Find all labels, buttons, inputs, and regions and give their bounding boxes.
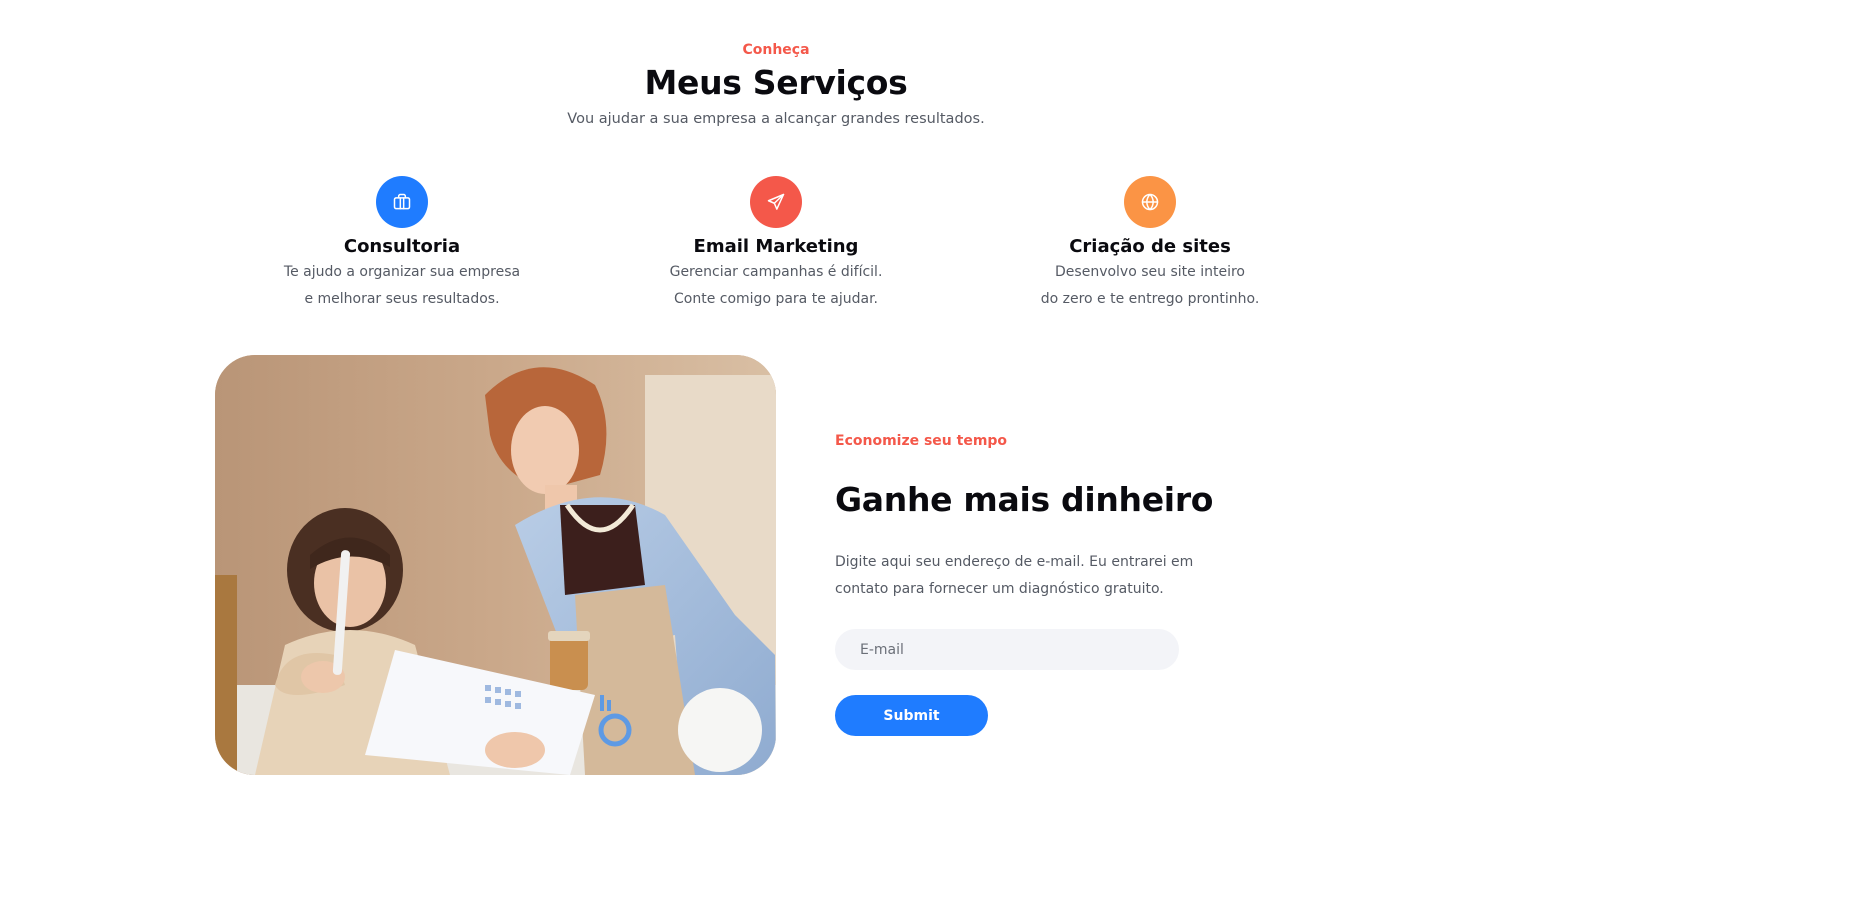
service-card-criacao-de-sites: Criação de sites Desenvolvo seu site int…	[985, 176, 1315, 313]
service-description-line: Te ajudo a organizar sua empresa	[283, 264, 521, 280]
cta-description: Digite aqui seu endereço de e-mail. Eu e…	[835, 549, 1195, 603]
office-photo	[215, 355, 776, 775]
briefcase-icon	[376, 176, 428, 228]
submit-button[interactable]: Submit	[835, 695, 988, 736]
globe-icon	[1124, 176, 1176, 228]
service-title: Consultoria	[343, 236, 461, 257]
service-description-line: Desenvolvo seu site inteiro	[1055, 264, 1245, 280]
paper-plane-icon	[750, 176, 802, 228]
service-card-email-marketing: Email Marketing Gerenciar campanhas é di…	[611, 176, 941, 313]
services-title: Meus Serviços	[644, 63, 908, 102]
service-card-consultoria: Consultoria Te ajudo a organizar sua emp…	[237, 176, 567, 313]
service-description-line: Conte comigo para te ajudar.	[674, 291, 878, 307]
cta-description-line: Digite aqui seu endereço de e-mail. Eu e…	[835, 554, 1194, 570]
cta-eyebrow: Economize seu tempo	[835, 433, 1008, 449]
services-subtitle: Vou ajudar a sua empresa a alcançar gran…	[567, 111, 985, 127]
service-title: Email Marketing	[693, 236, 859, 257]
service-description-line: do zero e te entrego prontinho.	[1040, 291, 1260, 307]
cta-description-line: contato para fornecer um diagnóstico gra…	[835, 581, 1164, 597]
cta-title: Ganhe mais dinheiro	[835, 480, 1214, 519]
email-field[interactable]	[835, 629, 1179, 670]
service-description-line: e melhorar seus resultados.	[304, 291, 500, 307]
service-title: Criação de sites	[1069, 236, 1231, 257]
services-eyebrow: Conheça	[742, 42, 810, 58]
service-description-line: Gerenciar campanhas é difícil.	[669, 264, 883, 280]
